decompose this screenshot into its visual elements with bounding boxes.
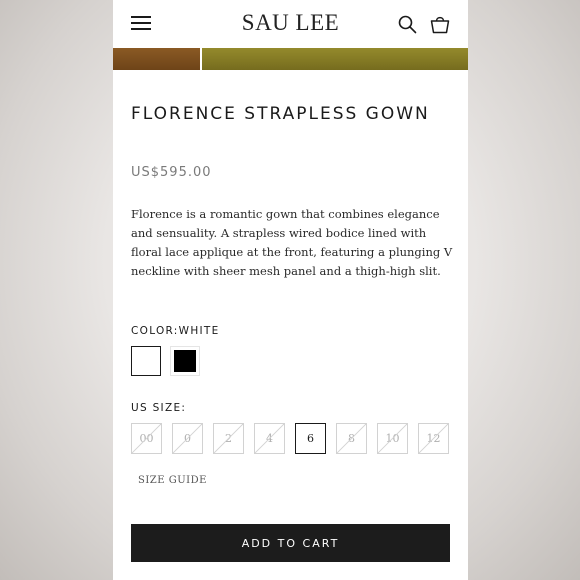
size-option-6[interactable]: 6: [295, 423, 326, 454]
size-option-00[interactable]: 00: [131, 423, 162, 454]
shopping-bag-icon[interactable]: [429, 13, 451, 35]
product-title: FLORENCE STRAPLESS GOWN: [131, 104, 430, 124]
size-option-12[interactable]: 12: [418, 423, 449, 454]
size-label: US SIZE:: [131, 402, 187, 414]
unavailable-slash-icon: [214, 424, 243, 453]
product-price: US$595.00: [131, 165, 212, 180]
search-icon[interactable]: [397, 14, 417, 34]
color-swatch-black[interactable]: [170, 346, 200, 376]
color-swatch-black-fill: [174, 350, 196, 372]
unavailable-slash-icon: [378, 424, 407, 453]
product-description: Florence is a romantic gown that combine…: [131, 207, 453, 278]
unavailable-slash-icon: [132, 424, 161, 453]
size-option-0[interactable]: 0: [172, 423, 203, 454]
unavailable-slash-icon: [337, 424, 366, 453]
size-option-10[interactable]: 10: [377, 423, 408, 454]
unavailable-slash-icon: [419, 424, 448, 453]
add-to-cart-button[interactable]: ADD TO CART: [131, 524, 450, 562]
product-image-strip[interactable]: [113, 48, 468, 70]
size-option-label: 6: [307, 432, 314, 445]
product-image-main[interactable]: [202, 48, 468, 70]
size-option-8[interactable]: 8: [336, 423, 367, 454]
color-label: COLOR:WHITE: [131, 325, 220, 337]
color-swatch-white[interactable]: [131, 346, 161, 376]
unavailable-slash-icon: [173, 424, 202, 453]
size-guide-link[interactable]: SIZE GUIDE: [138, 475, 207, 486]
size-option-2[interactable]: 2: [213, 423, 244, 454]
unavailable-slash-icon: [255, 424, 284, 453]
size-option-4[interactable]: 4: [254, 423, 285, 454]
site-header: SAU LEE: [113, 0, 468, 48]
product-image-thumbnail[interactable]: [113, 48, 200, 70]
product-page: SAU LEE FLORENCE STRAPLESS GOWN US$595.0…: [113, 0, 468, 580]
size-options: 00 0 2 4 6 8 10 12: [131, 423, 461, 455]
